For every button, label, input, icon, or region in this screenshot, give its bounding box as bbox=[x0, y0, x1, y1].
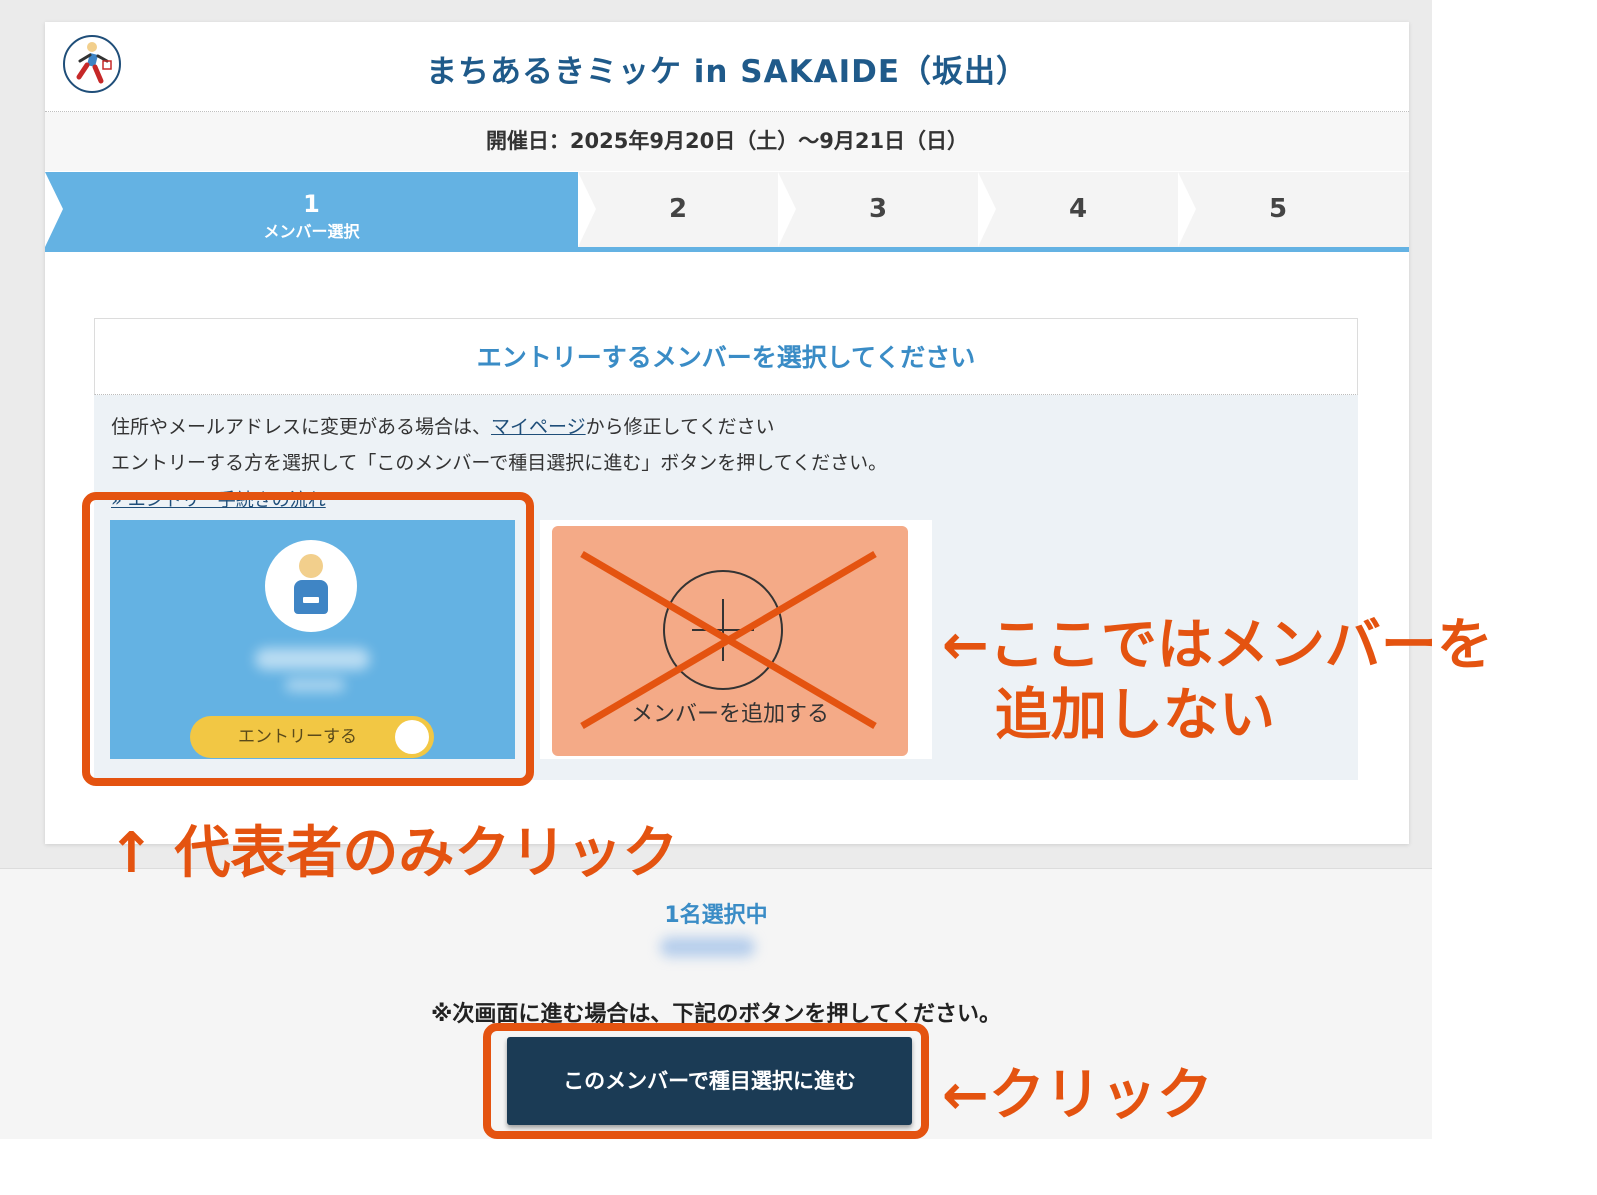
step-5: 5 bbox=[1178, 172, 1378, 247]
address-note-text: 住所やメールアドレスに変更がある場合は、 bbox=[111, 416, 492, 438]
annotation-rep-only: ↑ 代表者のみクリック bbox=[108, 821, 679, 886]
selected-name-blurred bbox=[660, 937, 755, 957]
event-date: 開催日：2025年9月20日（土）〜9月21日（日） bbox=[45, 112, 1409, 171]
step-1: 1 メンバー選択 bbox=[45, 172, 578, 247]
step-progress: 1 メンバー選択 2 3 4 5 bbox=[45, 172, 1409, 252]
step-chevron-icon bbox=[45, 172, 63, 247]
step-chevron-icon bbox=[1178, 172, 1196, 247]
cross-out-icon bbox=[580, 550, 877, 730]
step-3: 3 bbox=[778, 172, 978, 247]
add-member-card[interactable]: メンバーを追加する bbox=[552, 526, 908, 756]
address-note-text-after: から修正してください bbox=[585, 416, 775, 438]
add-member-area: メンバーを追加する bbox=[540, 520, 932, 759]
step-4-number: 4 bbox=[1068, 194, 1088, 224]
step-5-number: 5 bbox=[1268, 194, 1288, 224]
highlight-proceed-button bbox=[483, 1023, 929, 1139]
step-2-number: 2 bbox=[668, 194, 688, 224]
address-note: 住所やメールアドレスに変更がある場合は、マイページから修正してください bbox=[111, 412, 775, 439]
step-2: 2 bbox=[578, 172, 778, 247]
annotation-no-add-line1: ←ここではメンバーを bbox=[942, 613, 1493, 678]
step-3-number: 3 bbox=[868, 194, 888, 224]
panel-heading: エントリーするメンバーを選択してください bbox=[94, 318, 1358, 395]
page-title: まちあるきミッケ in SAKAIDE（坂出） bbox=[425, 54, 1029, 90]
instruction-text: エントリーする方を選択して「このメンバーで種目選択に進む」ボタンを押してください… bbox=[111, 452, 888, 474]
highlight-member-card bbox=[82, 492, 534, 786]
step-chevron-icon bbox=[778, 172, 796, 247]
annotation-no-add-line2: 追加しない bbox=[995, 683, 1275, 748]
header: まちあるきミッケ in SAKAIDE（坂出） bbox=[45, 22, 1409, 112]
step-1-number: 1 bbox=[303, 190, 320, 218]
step-4: 4 bbox=[978, 172, 1178, 247]
step-chevron-icon bbox=[978, 172, 996, 247]
mypage-link[interactable]: マイページ bbox=[491, 416, 586, 438]
annotation-click: ←クリック bbox=[942, 1063, 1213, 1128]
step-1-label: メンバー選択 bbox=[263, 222, 360, 241]
selected-count: 1名選択中 bbox=[664, 903, 768, 928]
step-chevron-icon bbox=[578, 172, 596, 247]
